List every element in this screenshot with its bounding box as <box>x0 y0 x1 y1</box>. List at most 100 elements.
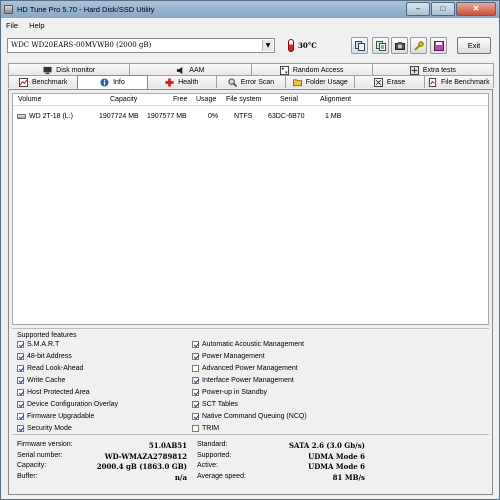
feature-item: Power Management <box>192 353 265 360</box>
exit-button[interactable]: Exit <box>457 37 491 54</box>
table-row[interactable]: WD 2T-18 (L:) 1907724 MB 1907577 MB 0% N… <box>13 111 488 123</box>
copy-text-icon <box>376 41 386 51</box>
benchmark-icon <box>18 77 28 87</box>
temperature-readout: 30°C <box>298 41 317 50</box>
speaker-icon <box>177 66 183 74</box>
feature-checkbox <box>192 389 199 396</box>
column-header[interactable]: Alignment <box>320 96 351 103</box>
info-panel: Volume Capacity Free Usage File system S… <box>8 89 493 495</box>
drive-icon <box>17 114 26 119</box>
feature-label: Power Management <box>202 353 265 360</box>
info-label: Standard: <box>197 441 228 448</box>
info-label: Capacity: <box>17 462 47 469</box>
camera-icon <box>395 42 405 50</box>
tab-label: Erase <box>386 78 406 86</box>
tab-label: AAM <box>189 66 205 74</box>
tab-label: File Benchmark <box>441 78 490 86</box>
screenshot-button[interactable] <box>391 37 408 54</box>
feature-label: Firmware Upgradable <box>27 413 95 420</box>
feature-checkbox <box>192 413 199 420</box>
feature-item: Security Mode <box>17 425 72 432</box>
feature-item: S.M.A.R.T <box>17 341 59 348</box>
feature-item: Write Cache <box>17 377 65 384</box>
info-value: UDMA Mode 6 <box>308 451 365 461</box>
info-label: Serial number: <box>17 451 63 459</box>
feature-checkbox <box>192 365 199 372</box>
app-window: HD Tune Pro 5.70 - Hard Disk/SSD Utility… <box>0 0 500 500</box>
maximize-button[interactable]: □ <box>431 2 455 16</box>
app-icon <box>4 5 13 14</box>
supported-features: Supported features S.M.A.R.T 48-bit Addre… <box>12 328 489 432</box>
chevron-down-icon[interactable]: ▼ <box>262 40 273 51</box>
options-button[interactable] <box>410 37 427 54</box>
column-header[interactable]: Volume <box>18 96 41 103</box>
feature-label: Advanced Power Management <box>202 365 298 372</box>
tab-label: Random Access <box>292 66 344 74</box>
column-header[interactable]: Free <box>173 96 187 103</box>
wrench-icon <box>414 41 424 51</box>
tab-label: Info <box>113 79 125 86</box>
feature-label: Write Cache <box>27 377 66 384</box>
info-value: n/a <box>174 472 187 482</box>
tab-label: Folder Usage <box>305 78 348 86</box>
feature-item: Device Configuration Overlay <box>17 401 118 408</box>
tab-label: Benchmark <box>31 78 68 86</box>
tab-info[interactable]: Info <box>77 75 148 89</box>
menu-bar: File Help <box>1 18 499 32</box>
tab-benchmark[interactable]: Benchmark <box>8 75 79 88</box>
feature-checkbox <box>17 341 24 348</box>
feature-checkbox <box>17 425 24 432</box>
feature-label: Device Configuration Overlay <box>27 401 119 408</box>
copy-text-button[interactable] <box>372 37 389 54</box>
feature-item: Automatic Acoustic Management <box>192 341 304 348</box>
info-value: 51.0AB51 <box>148 441 187 450</box>
feature-label: Read Look-Ahead <box>27 365 84 372</box>
tab-health[interactable]: Health <box>146 75 217 88</box>
feature-checkbox <box>17 389 24 396</box>
feature-checkbox <box>192 425 199 432</box>
info-label: Firmware version: <box>17 441 73 448</box>
info-label: Buffer: <box>17 472 38 480</box>
save-button[interactable] <box>430 37 447 54</box>
volume-table-header: Volume Capacity Free Usage File system S… <box>13 94 488 106</box>
info-value: SATA 2.6 (3.0 Gb/s) <box>288 441 365 450</box>
info-value: 81 MB/s <box>332 472 365 482</box>
menu-file[interactable]: File <box>6 21 18 30</box>
column-header[interactable]: Capacity <box>110 96 137 103</box>
info-value: UDMA Mode 6 <box>308 462 365 471</box>
copy-icon <box>355 41 365 51</box>
tab-erase[interactable]: Erase <box>354 75 425 88</box>
magnifier-icon <box>228 77 237 87</box>
info-label: Supported: <box>197 451 232 459</box>
feature-label: S.M.A.R.T <box>27 341 60 348</box>
tab-error-scan[interactable]: Error Scan <box>215 75 287 88</box>
tab-file-benchmark[interactable]: File Benchmark <box>423 75 494 88</box>
feature-label: Native Command Queuing (NCQ) <box>202 413 307 420</box>
feature-label: Security Mode <box>27 425 72 432</box>
tab-label: Disk monitor <box>56 66 96 74</box>
info-label: Average speed: <box>197 472 246 480</box>
feature-label: 48-bit Address <box>27 353 72 360</box>
tab-folder-usage[interactable]: Folder Usage <box>285 75 356 88</box>
column-header[interactable]: Serial <box>280 96 298 103</box>
minimize-button[interactable]: – <box>406 2 430 16</box>
column-header[interactable]: Usage <box>196 96 216 103</box>
file-benchmark-icon <box>428 77 437 87</box>
title-bar[interactable]: HD Tune Pro 5.70 - Hard Disk/SSD Utility… <box>1 1 499 18</box>
feature-checkbox <box>17 401 24 408</box>
feature-item: Firmware Upgradable <box>17 413 94 420</box>
drive-select[interactable]: WDC WD20EARS-00MVWB0 (2000 gB) ▼ <box>7 38 275 53</box>
feature-item: Host Protected Area <box>17 389 90 396</box>
volume-table[interactable]: Volume Capacity Free Usage File system S… <box>12 93 489 325</box>
feature-label: Interface Power Management <box>202 377 294 384</box>
menu-help[interactable]: Help <box>29 21 44 30</box>
feature-item: Interface Power Management <box>192 377 294 384</box>
tab-label: Health <box>178 78 199 86</box>
feature-item: Advanced Power Management <box>192 365 298 372</box>
close-button[interactable]: ✕ <box>456 2 496 16</box>
copy-button[interactable] <box>351 37 368 54</box>
erase-icon <box>373 77 383 87</box>
volume-filesystem: NTFS <box>234 113 253 120</box>
column-header[interactable]: File system <box>226 96 261 103</box>
feature-item: Read Look-Ahead <box>17 365 83 372</box>
